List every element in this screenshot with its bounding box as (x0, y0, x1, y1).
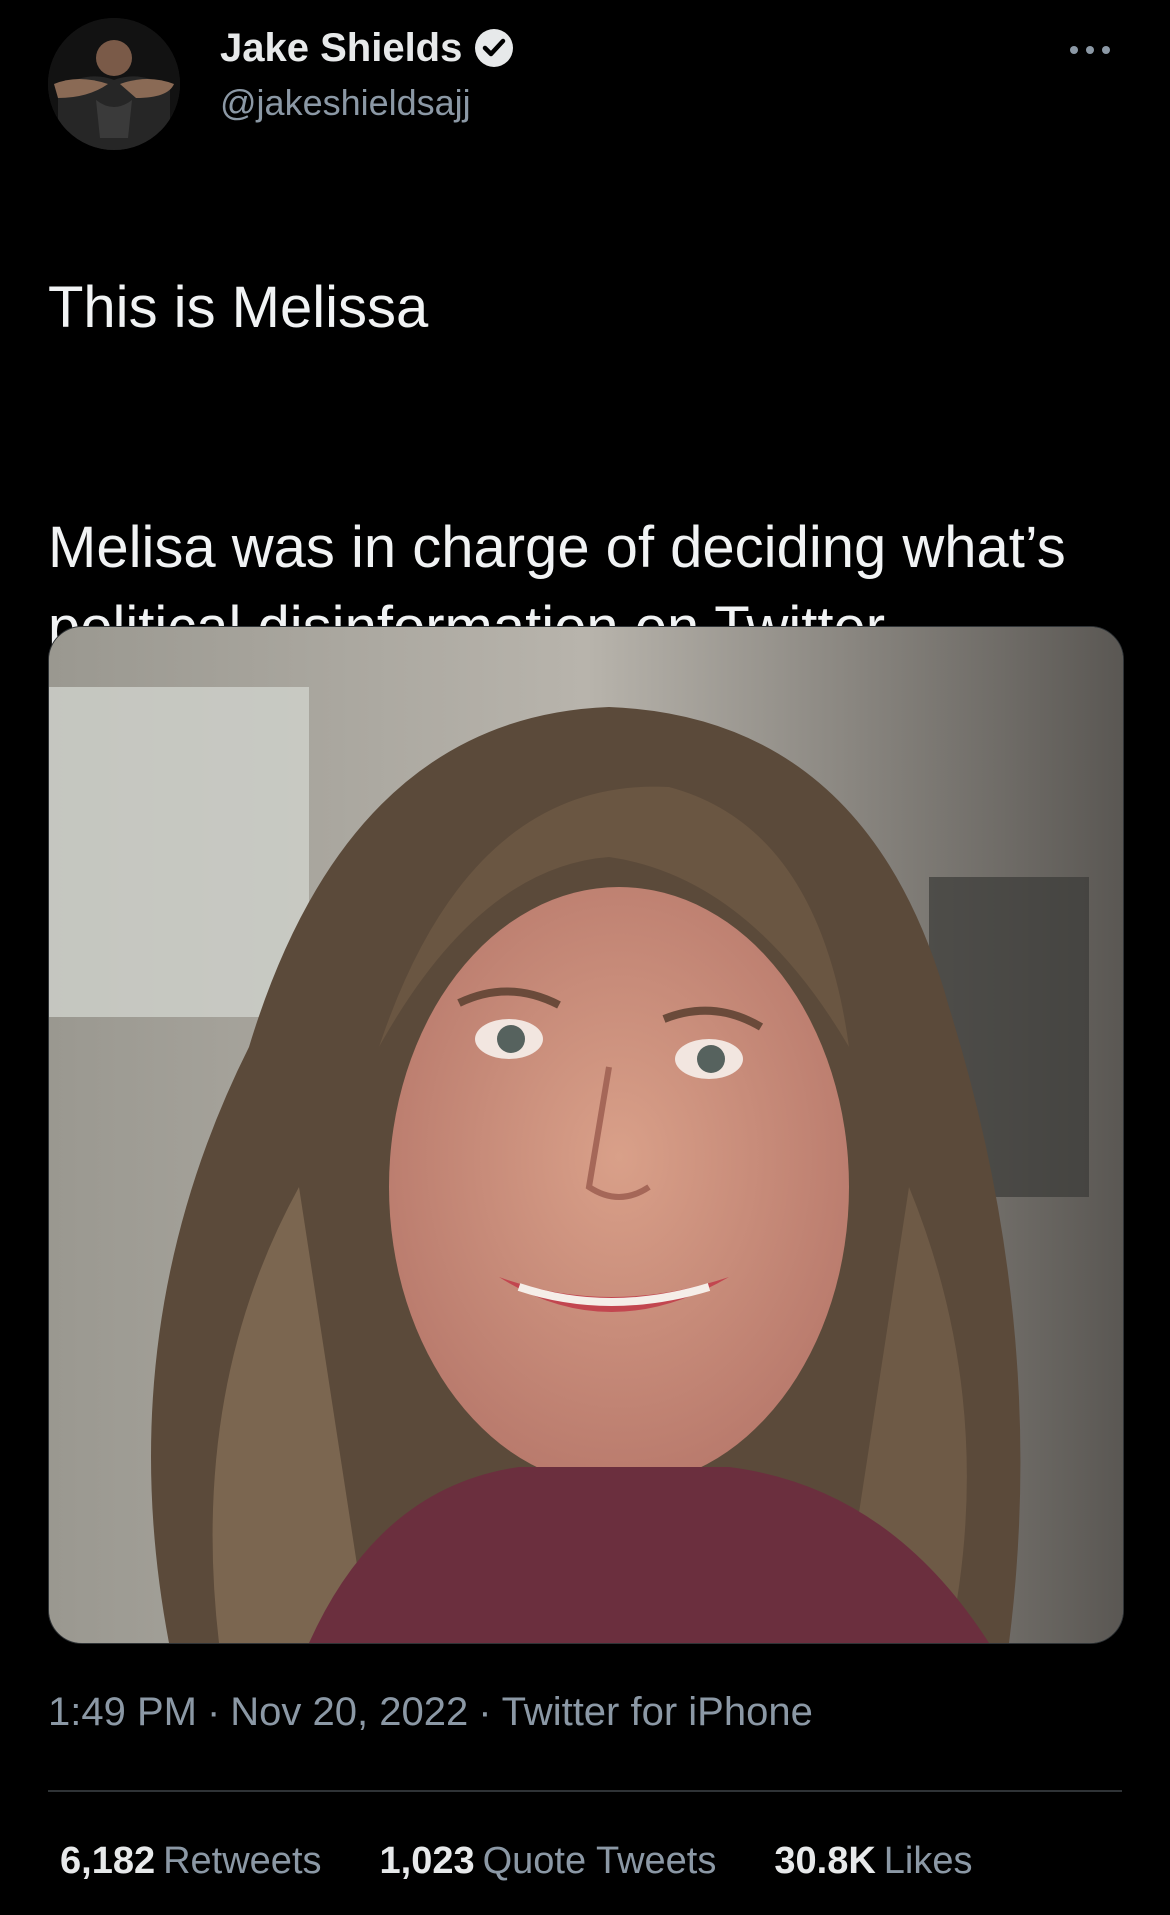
retweets-count: 6,182 (60, 1840, 156, 1882)
meta-separator: · (478, 1690, 492, 1734)
tweet-meta: 1:49 PM · Nov 20, 2022 · Twitter for iPhone (48, 1690, 813, 1735)
author-display-name[interactable]: Jake Shields (220, 26, 462, 71)
retweets-label: Retweets (163, 1840, 322, 1882)
more-horizontal-icon[interactable] (1066, 40, 1114, 60)
portrait-photo-illustration (49, 627, 1123, 1643)
verified-badge-icon (475, 29, 514, 67)
divider (48, 1790, 1122, 1792)
retweets-stat[interactable]: 6,182 Retweets (60, 1840, 322, 1883)
likes-stat[interactable]: 30.8K Likes (774, 1840, 972, 1883)
likes-count: 30.8K (774, 1840, 876, 1882)
author-handle[interactable]: @jakeshieldsajj (220, 82, 516, 124)
tweet-date[interactable]: Nov 20, 2022 (230, 1690, 468, 1734)
tweet-time: 1:49 PM (48, 1690, 197, 1734)
likes-label: Likes (883, 1840, 973, 1882)
quote-tweets-label: Quote Tweets (482, 1840, 717, 1882)
author-name-row[interactable]: Jake Shields (220, 20, 516, 76)
tweet-line-1: This is Melissa (48, 275, 429, 340)
quote-tweets-count: 1,023 (379, 1840, 475, 1882)
quote-tweets-stat[interactable]: 1,023 Quote Tweets (380, 1840, 717, 1883)
meta-separator: · (206, 1690, 221, 1734)
tweet-photo[interactable] (48, 626, 1124, 1644)
tweet-stats: 6,182 Retweets 1,023 Quote Tweets 30.8K Lik… (60, 1840, 973, 1883)
tweet-header: Jake Shields @jakeshieldsajj (48, 18, 1122, 150)
tweet-source[interactable]: Twitter for iPhone (502, 1690, 813, 1734)
avatar[interactable] (48, 18, 180, 150)
